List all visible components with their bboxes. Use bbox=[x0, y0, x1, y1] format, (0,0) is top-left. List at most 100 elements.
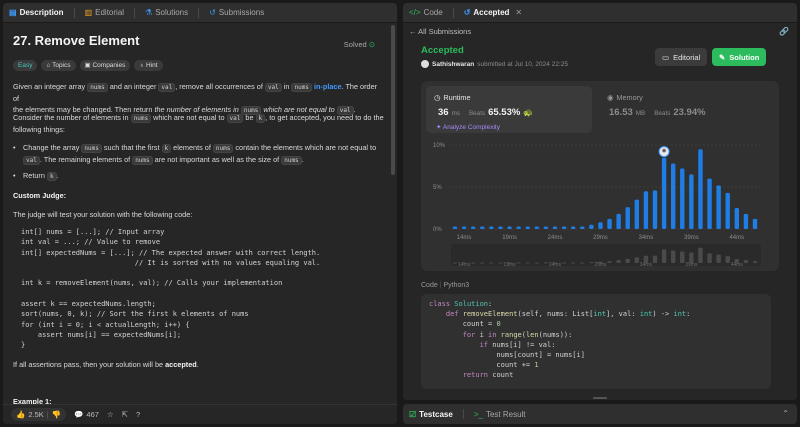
memory-stats: 16.53 MB Beats 23.94% bbox=[609, 107, 706, 118]
description-content: 27. Remove Element Solved ⊙ Easy ⌂ Topics… bbox=[3, 23, 391, 404]
code-line: count += 1 bbox=[429, 361, 539, 370]
runtime-bar[interactable] bbox=[616, 213, 621, 229]
clock-icon: ◷ bbox=[434, 93, 441, 102]
tab-code[interactable]: </> Code bbox=[409, 8, 443, 17]
link-icon[interactable]: 🔗 bbox=[779, 27, 789, 36]
runtime-bar[interactable] bbox=[634, 199, 640, 229]
tab-description[interactable]: ▤ Description bbox=[9, 8, 64, 17]
problem-title: 27. Remove Element bbox=[13, 33, 140, 48]
tab-testcase[interactable]: ☑ Testcase bbox=[409, 410, 453, 419]
runtime-bar[interactable] bbox=[525, 226, 530, 229]
check-circle-icon: ⊙ bbox=[368, 40, 375, 49]
comment-icon: 💬 bbox=[74, 410, 84, 419]
runtime-bar[interactable] bbox=[498, 226, 503, 229]
runtime-bar[interactable] bbox=[725, 192, 730, 229]
runtime-bar[interactable] bbox=[580, 226, 585, 229]
turtle-icon: 🐢 bbox=[523, 108, 534, 117]
runtime-bar[interactable] bbox=[625, 207, 630, 229]
runtime-distribution-chart[interactable]: 10% 5% 0% 14ms 19ms 24ms 29ms 34ms 39ms 44ms 14ms 1… bbox=[421, 141, 779, 269]
runtime-bar[interactable] bbox=[534, 226, 540, 229]
close-icon[interactable]: ✕ bbox=[515, 8, 522, 17]
left-footer: 👍 2.5K | 👎 💬 467 ☆ ⇱ ? bbox=[3, 404, 397, 424]
avatar-icon bbox=[662, 148, 666, 153]
book-icon: ▥ bbox=[84, 8, 93, 17]
custom-judge-heading: Custom Judge: bbox=[13, 191, 67, 200]
runtime-bar[interactable] bbox=[480, 226, 485, 229]
comments-button[interactable]: 💬 467 bbox=[74, 410, 99, 419]
runtime-bar[interactable] bbox=[561, 226, 567, 229]
pass-text: If all assertions pass, then your soluti… bbox=[13, 360, 199, 369]
share-icon[interactable]: ⇱ bbox=[122, 410, 128, 419]
tag-companies[interactable]: ▣ Companies bbox=[79, 60, 131, 71]
right-tabbar: </> Code ↺ Accepted ✕ bbox=[403, 3, 797, 23]
help-icon[interactable]: ? bbox=[136, 410, 140, 419]
runtime-bar[interactable] bbox=[607, 218, 612, 229]
tag-topics[interactable]: ⌂ Topics bbox=[41, 60, 76, 71]
tag-easy[interactable]: Easy bbox=[13, 60, 38, 71]
runtime-bar[interactable] bbox=[743, 213, 749, 229]
runtime-bar[interactable] bbox=[507, 226, 512, 229]
runtime-bar[interactable] bbox=[689, 174, 694, 229]
chevron-up-icon[interactable]: ⌃ bbox=[782, 409, 789, 418]
runtime-bar[interactable] bbox=[670, 163, 676, 229]
runtime-bar[interactable] bbox=[652, 190, 658, 229]
like-button[interactable]: 👍 2.5K | 👎 bbox=[11, 408, 67, 421]
runtime-bar[interactable] bbox=[661, 157, 667, 229]
overview-bar bbox=[680, 251, 685, 263]
edit-icon: ✎ bbox=[719, 52, 726, 62]
runtime-card[interactable]: ◷ Runtime 36 ms Beats 65.53% 🐢 ✦ Analyze … bbox=[426, 86, 592, 133]
runtime-bar[interactable] bbox=[707, 178, 712, 229]
x-tick-label: 34ms bbox=[639, 235, 654, 241]
problem-tags: Easy ⌂ Topics ▣ Companies ♁ Hint bbox=[13, 60, 163, 71]
runtime-bar[interactable] bbox=[470, 226, 476, 229]
runtime-bar[interactable] bbox=[543, 226, 549, 229]
runtime-bar[interactable] bbox=[598, 222, 603, 229]
runtime-bar[interactable] bbox=[516, 226, 521, 229]
memory-label[interactable]: ◉ Memory bbox=[607, 93, 643, 102]
runtime-bar[interactable] bbox=[752, 218, 758, 229]
tab-editorial[interactable]: ▥ Editorial bbox=[85, 8, 124, 17]
left-scrollbar[interactable] bbox=[391, 25, 395, 175]
analyze-complexity-link[interactable]: ✦ Analyze Complexity bbox=[436, 123, 500, 131]
runtime-bar[interactable] bbox=[698, 149, 703, 229]
overview-bar bbox=[607, 261, 612, 263]
runtime-bar[interactable] bbox=[589, 224, 594, 229]
editorial-button[interactable]: ▭ Editorial bbox=[655, 48, 708, 66]
code-line: sort(nums, 0, k); // Sort the first k el… bbox=[21, 310, 249, 319]
solution-code-block: class Solution: def removeElement(self, … bbox=[421, 294, 771, 389]
runtime-bar[interactable] bbox=[452, 226, 458, 229]
overview-bar bbox=[707, 253, 712, 263]
x-tick-label: 24ms bbox=[548, 235, 563, 241]
runtime-bar[interactable] bbox=[716, 185, 721, 229]
code-line: class Solution: bbox=[429, 300, 493, 308]
overview-bar bbox=[752, 261, 758, 263]
history-icon: ↺ bbox=[463, 8, 471, 17]
runtime-bar[interactable] bbox=[552, 226, 558, 229]
code-line: for i in range(len(nums)): bbox=[462, 330, 573, 339]
star-icon[interactable]: ☆ bbox=[107, 410, 114, 419]
code-line: int[] nums = [...]; // Input array bbox=[21, 228, 165, 236]
runtime-bar[interactable] bbox=[570, 226, 576, 229]
runtime-bar[interactable] bbox=[461, 226, 467, 229]
overview-bar bbox=[661, 249, 667, 263]
runtime-bar[interactable] bbox=[734, 208, 740, 229]
solution-button[interactable]: ✎ Solution bbox=[712, 48, 767, 66]
flask-icon: ⚗ bbox=[145, 8, 153, 17]
tab-submissions[interactable]: ↺ Submissions bbox=[209, 8, 264, 17]
tag-hint[interactable]: ♁ Hint bbox=[134, 60, 163, 71]
runtime-bar[interactable] bbox=[489, 226, 494, 229]
tab-test-result[interactable]: >_ Test Result bbox=[474, 410, 526, 419]
in-place-link[interactable]: in-place bbox=[312, 82, 342, 91]
runtime-bar[interactable] bbox=[680, 168, 685, 229]
submission-panel: </> Code ↺ Accepted ✕ 🔗 ← All Submissions A… bbox=[403, 3, 797, 400]
overview-bar bbox=[589, 262, 594, 264]
runtime-bar[interactable] bbox=[643, 191, 649, 229]
overview-tick-label: 29ms bbox=[594, 262, 607, 268]
all-submissions-link[interactable]: ← All Submissions bbox=[409, 27, 471, 36]
tab-accepted[interactable]: ↺ Accepted ✕ bbox=[464, 8, 522, 17]
tab-solutions[interactable]: ⚗ Solutions bbox=[145, 8, 188, 17]
code-line: def removeElement(self, nums: List[int],… bbox=[445, 310, 691, 319]
code-line: int val = ...; // Value to remove bbox=[21, 238, 161, 247]
checkbox-icon: ☑ bbox=[409, 409, 417, 419]
panel-resize-handle[interactable] bbox=[593, 397, 607, 399]
